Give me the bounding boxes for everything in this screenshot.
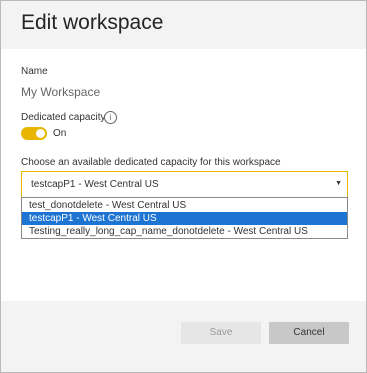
name-label: Name xyxy=(21,66,48,77)
capacity-option[interactable]: Testing_really_long_cap_name_donotdelete… xyxy=(22,225,347,238)
capacity-select[interactable]: testcapP1 - West Central US ▼ xyxy=(21,171,348,198)
capacity-select-label: Choose an available dedicated capacity f… xyxy=(21,157,281,168)
dialog-header: Edit workspace xyxy=(1,1,366,49)
capacity-dropdown-list: test_donotdelete - West Central US testc… xyxy=(21,197,348,239)
dialog-title: Edit workspace xyxy=(21,11,164,34)
cancel-button[interactable]: Cancel xyxy=(269,322,349,344)
info-icon[interactable]: i xyxy=(104,111,117,124)
capacity-option[interactable]: test_donotdelete - West Central US xyxy=(22,199,347,212)
chevron-down-icon: ▼ xyxy=(335,180,342,187)
toggle-knob xyxy=(36,129,45,138)
dedicated-capacity-toggle[interactable] xyxy=(21,127,47,140)
capacity-option-selected[interactable]: testcapP1 - West Central US xyxy=(22,212,347,225)
save-button[interactable]: Save xyxy=(181,322,261,344)
capacity-select-value: testcapP1 - West Central US xyxy=(31,179,159,190)
dedicated-capacity-label: Dedicated capacity xyxy=(21,112,106,123)
toggle-state-label: On xyxy=(53,128,67,139)
workspace-name-value[interactable]: My Workspace xyxy=(21,85,100,99)
